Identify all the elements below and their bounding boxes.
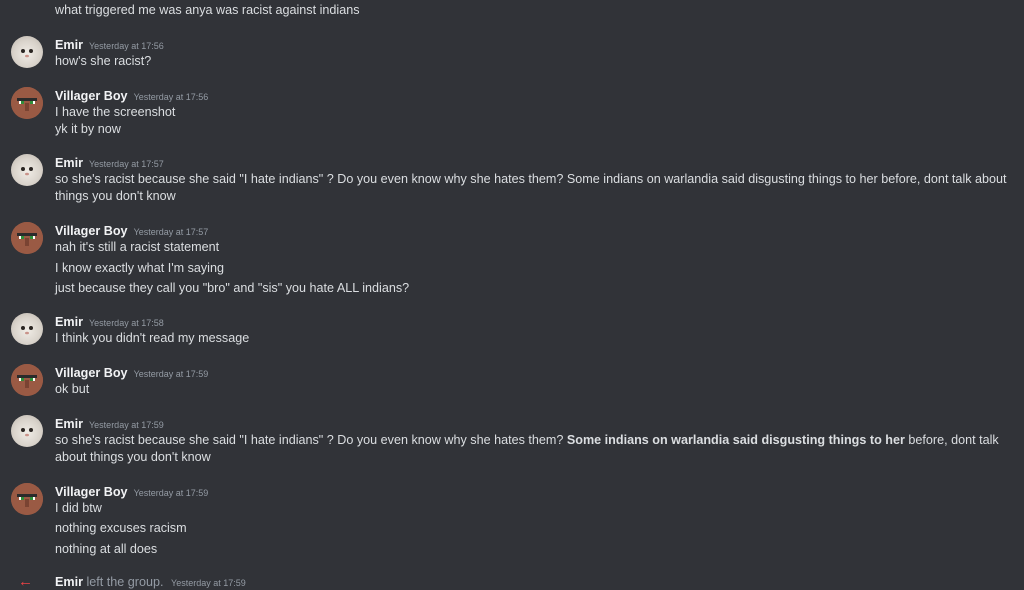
timestamp[interactable]: Yesterday at 17:56 — [89, 41, 164, 51]
message-header: Emir Yesterday at 17:59 — [55, 415, 164, 431]
message-text: I did btw — [55, 501, 102, 515]
avatar[interactable] — [11, 36, 43, 68]
chat-log: what triggered me was anya was racist ag… — [0, 0, 1024, 590]
avatar[interactable] — [11, 483, 43, 515]
author-name[interactable]: Emir — [55, 156, 83, 170]
author-name[interactable]: Villager Boy — [55, 485, 128, 499]
timestamp[interactable]: Yesterday at 17:59 — [89, 420, 164, 430]
message-header: Villager Boy Yesterday at 17:57 — [55, 222, 208, 238]
author-name[interactable]: Emir — [55, 417, 83, 431]
message-header: Emir Yesterday at 17:56 — [55, 36, 164, 52]
arrow-left-icon: ← — [18, 573, 33, 590]
timestamp[interactable]: Yesterday at 17:59 — [171, 578, 246, 588]
message-text: so she's racist because she said "I hate… — [55, 172, 1007, 203]
avatar[interactable] — [11, 313, 43, 345]
message-header: Emir Yesterday at 17:58 — [55, 313, 164, 329]
message-text-segment: so she's racist because she said "I hate… — [55, 433, 567, 447]
timestamp[interactable]: Yesterday at 17:59 — [134, 369, 209, 379]
system-action: left the group. — [86, 575, 164, 589]
avatar[interactable] — [11, 415, 43, 447]
message-text: nothing excuses racism — [55, 521, 187, 535]
author-name[interactable]: Emir — [55, 38, 83, 52]
avatar[interactable] — [11, 222, 43, 254]
avatar[interactable] — [11, 154, 43, 186]
timestamp[interactable]: Yesterday at 17:59 — [134, 488, 209, 498]
author-name[interactable]: Villager Boy — [55, 366, 128, 380]
timestamp[interactable]: Yesterday at 17:56 — [134, 92, 209, 102]
message-text: so she's racist because she said "I hate… — [55, 432, 1015, 466]
system-author[interactable]: Emir — [55, 575, 83, 589]
message-text: I have the screenshot — [55, 105, 176, 119]
timestamp[interactable]: Yesterday at 17:58 — [89, 318, 164, 328]
message-header: Emir Yesterday at 17:57 — [55, 154, 164, 170]
message-header: Villager Boy Yesterday at 17:59 — [55, 483, 208, 499]
message-text: how's she racist? — [55, 54, 152, 68]
message-text: ok but — [55, 382, 90, 396]
message-text-bold: Some indians on warlandia said disgustin… — [566, 433, 905, 447]
message-text: just because they call you "bro" and "si… — [55, 281, 410, 295]
message-text: what triggered me was anya was racist ag… — [55, 3, 360, 17]
message-text: I think you didn't read my message — [55, 331, 250, 345]
message-text: nah it's still a racist statement — [55, 240, 220, 254]
system-message: Emir left the group. Yesterday at 17:59 — [55, 575, 246, 589]
timestamp[interactable]: Yesterday at 17:57 — [89, 159, 164, 169]
message-header: Villager Boy Yesterday at 17:59 — [55, 364, 208, 380]
author-name[interactable]: Villager Boy — [55, 89, 128, 103]
message-text: yk it by now — [55, 122, 121, 136]
message-header: Villager Boy Yesterday at 17:56 — [55, 87, 208, 103]
avatar[interactable] — [11, 364, 43, 396]
timestamp[interactable]: Yesterday at 17:57 — [134, 227, 209, 237]
author-name[interactable]: Emir — [55, 315, 83, 329]
message-text: nothing at all does — [55, 542, 158, 556]
author-name[interactable]: Villager Boy — [55, 224, 128, 238]
message-text: I know exactly what I'm saying — [55, 261, 224, 275]
avatar[interactable] — [11, 87, 43, 119]
